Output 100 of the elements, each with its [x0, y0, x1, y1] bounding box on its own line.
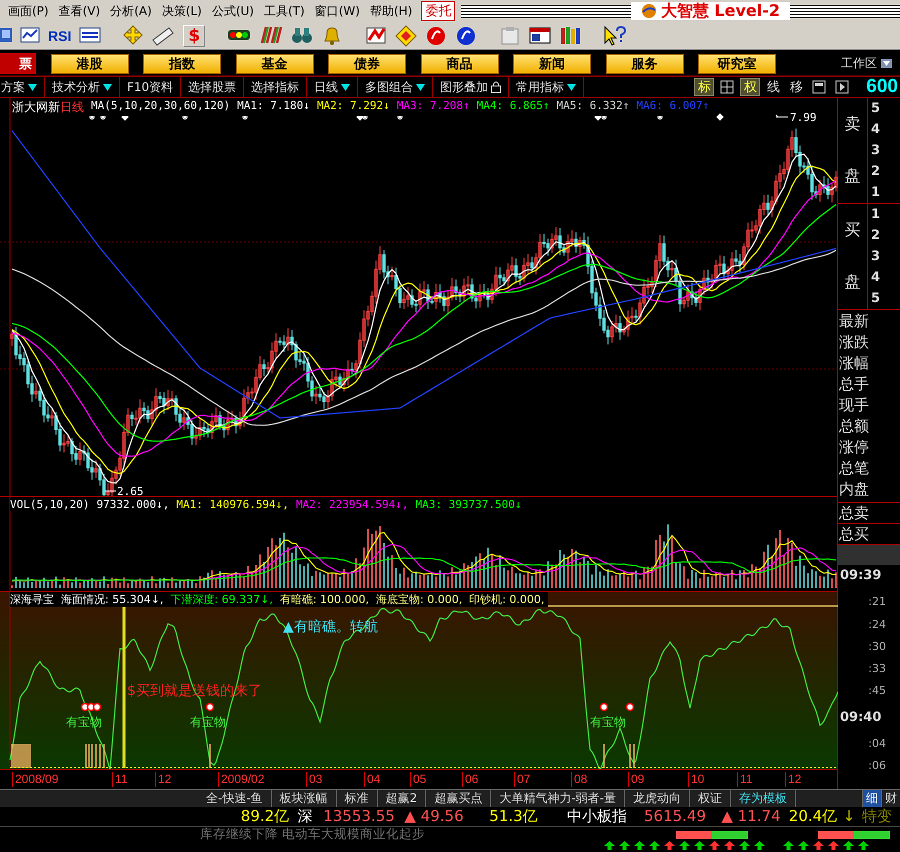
signal-dot — [92, 702, 102, 712]
market-button[interactable]: 新闻 — [513, 54, 591, 74]
treasure-annotation: 有宝物 — [590, 714, 626, 731]
tick-time: :33 — [867, 662, 887, 676]
toolbar-menu[interactable]: 多图组合 — [358, 77, 434, 97]
market-stat: 深 — [296, 807, 314, 826]
workspace-label[interactable]: 工作区 — [841, 55, 877, 72]
ruler-icon[interactable] — [151, 24, 176, 46]
indicator-value: 下潜深度: 69.337↓, — [170, 592, 273, 607]
menu-item[interactable]: 工具(T) — [258, 2, 310, 20]
date-label: 09 — [628, 772, 644, 787]
dropdown-icon[interactable] — [28, 83, 37, 91]
menu-item[interactable]: 查看(V) — [54, 2, 106, 20]
clipboard-icon[interactable] — [499, 24, 522, 46]
books-icon[interactable] — [559, 24, 582, 46]
signal-dot — [206, 702, 214, 712]
dropdown-icon[interactable] — [341, 83, 350, 91]
stock-code: 600 — [866, 76, 898, 98]
date-label: 03 — [306, 772, 322, 787]
dropdown-icon[interactable] — [103, 83, 112, 91]
indicator-value: MA2: 223954.594↓, — [296, 498, 409, 511]
globe-icon — [640, 3, 657, 19]
order-book-label: 盘 — [844, 272, 860, 294]
quote-field-label: 涨幅 — [838, 353, 870, 374]
toolbar-menu[interactable]: 常用指标 — [509, 77, 584, 97]
tick-time: :24 — [867, 618, 887, 632]
chart-box-icon[interactable] — [365, 24, 388, 46]
toolbar-menu[interactable]: 图形叠加 — [433, 77, 510, 97]
window-icon[interactable] — [529, 24, 552, 46]
view-toggle[interactable]: 移 — [786, 78, 806, 96]
menu-item[interactable]: 窗口(W) — [310, 2, 365, 20]
quote-field-label: 现手 — [838, 395, 870, 416]
indicator-value: 海底宝物: 0.000, — [376, 592, 462, 607]
trade-button[interactable]: 委托 — [421, 1, 456, 21]
level-number: 1 — [871, 207, 882, 222]
toolbar-menu[interactable]: F10资料 — [120, 77, 182, 97]
market-stat: 20.4亿 — [788, 807, 838, 826]
indicator-value: MA4: 6.865↑ — [476, 99, 550, 114]
indicator-value: 海面情况: 55.304↓, — [61, 592, 164, 607]
indicator-title: MA(5,10,20,30,60,120) — [91, 99, 230, 114]
signal-dot — [80, 702, 90, 712]
menu-item[interactable]: 帮助(H) — [364, 2, 418, 20]
dropdown-icon[interactable] — [567, 83, 576, 91]
toolbar-menu[interactable]: 日线 — [307, 77, 358, 97]
level-number: 3 — [871, 143, 882, 158]
market-button[interactable]: 服务 — [606, 54, 684, 74]
date-label: 07 — [514, 772, 530, 787]
order-book-label: 盘 — [844, 166, 860, 188]
dropdown-icon[interactable] — [416, 83, 426, 91]
menu-item[interactable]: 画面(P) — [3, 2, 54, 20]
rsi-button[interactable]: RSI — [48, 28, 72, 44]
market-stat: ↓ — [842, 807, 856, 826]
quote-field-label: 总额 — [838, 416, 870, 437]
view-toggle[interactable]: 权 — [740, 78, 760, 96]
market-stat: ▲ 49.56 — [403, 807, 465, 826]
toolbar-menu[interactable]: 选择股票 — [181, 77, 244, 97]
indicator-value: MA3: 393737.500↓ — [416, 498, 522, 511]
market-stat: 13553.55 — [322, 807, 396, 826]
date-label: 06 — [462, 772, 478, 787]
indicator-title: VOL(5,10,20) — [10, 498, 90, 511]
tick-time: :04 — [867, 736, 887, 751]
market-stat: ▲ 11.74 — [720, 807, 782, 826]
swirl-ball-icon[interactable] — [455, 24, 478, 46]
diamond-icon[interactable] — [395, 24, 418, 46]
quote-field-label: 总笔 — [838, 458, 870, 479]
indicator-value: MA2: 7.292↓ — [316, 99, 390, 114]
level-number: 5 — [871, 291, 882, 306]
toolbar-menu[interactable]: 方案 — [0, 77, 45, 97]
date-label: 2008/09 — [12, 772, 58, 787]
market-button[interactable]: 研究室 — [698, 54, 776, 74]
signal-dot — [600, 702, 608, 712]
market-button[interactable]: 债券 — [328, 54, 406, 74]
market-stat: 51.3亿 — [488, 807, 539, 826]
quote-field-label: 涨跌 — [838, 332, 870, 353]
panel-background — [838, 545, 900, 565]
move-cross-icon[interactable] — [123, 24, 144, 46]
market-button[interactable]: 港股 — [50, 54, 128, 74]
quote-field-label: 内盘 — [838, 479, 870, 500]
market-tab[interactable]: 票 — [0, 53, 36, 74]
date-label: 05 — [410, 772, 426, 787]
market-stat: 5615.49 — [642, 807, 708, 826]
market-button[interactable]: 指数 — [143, 54, 221, 74]
toolbar-menu[interactable]: 技术分析 — [45, 77, 120, 97]
app-logo: 大智慧 Level-2 — [660, 0, 780, 22]
menu-item[interactable]: 分析(A) — [105, 2, 157, 20]
market-button[interactable]: 商品 — [420, 54, 498, 74]
toolbar-menu[interactable]: 选择指标 — [244, 77, 308, 97]
level-number: 5 — [871, 101, 882, 116]
market-button[interactable]: 基金 — [236, 54, 314, 74]
help-pointer-icon[interactable] — [603, 24, 628, 46]
menu-item[interactable]: 公式(U) — [206, 2, 259, 20]
date-label: 11 — [112, 772, 128, 787]
view-toggle[interactable]: 标 — [694, 78, 714, 96]
swirl-ball-icon[interactable] — [425, 24, 448, 46]
date-label: 12 — [785, 772, 802, 787]
menu-item[interactable]: 决策(L) — [156, 2, 207, 20]
panel-tab[interactable]: 细 — [862, 790, 881, 807]
period-label: 日线 — [60, 99, 84, 116]
quote-field-label: 总卖 — [838, 503, 900, 524]
view-toggle[interactable]: 线 — [763, 78, 784, 96]
